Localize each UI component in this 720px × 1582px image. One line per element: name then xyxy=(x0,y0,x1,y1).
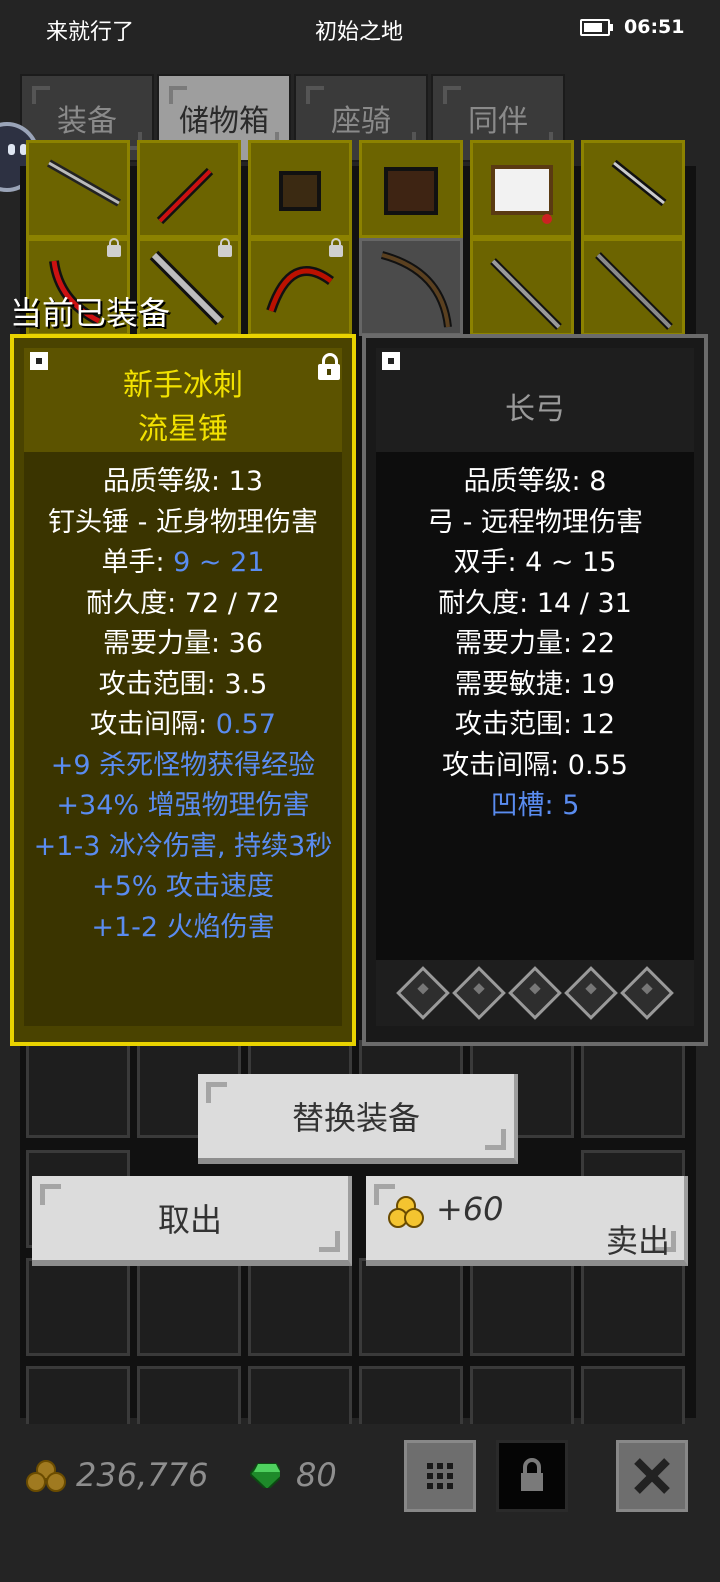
tab-label: 装备 xyxy=(57,104,117,139)
stat-line: +1-3 冰冷伤害, 持续3秒 xyxy=(33,830,333,862)
bow-icon xyxy=(380,251,452,328)
inventory-slot[interactable] xyxy=(26,1258,130,1356)
battery-icon xyxy=(580,19,613,36)
close-icon xyxy=(634,1458,670,1494)
stat-line: 单手: 9 ~ 21 xyxy=(14,543,352,584)
boots-icon xyxy=(279,171,321,211)
stat-line: 需要力量: 22 xyxy=(454,628,616,659)
status-carrier: 来就行了 xyxy=(46,20,135,45)
inventory-slot[interactable] xyxy=(137,1258,241,1356)
gold-coins-icon xyxy=(26,1458,66,1492)
inventory-slot[interactable] xyxy=(581,238,685,336)
item-name-line2: 流星锤 xyxy=(138,412,228,447)
inventory-slot[interactable] xyxy=(470,238,574,336)
stat-label: 单手: xyxy=(101,547,174,578)
stat-line: 凹槽: 5 xyxy=(490,790,580,821)
compare-marker-icon xyxy=(382,352,400,370)
inventory-slot[interactable] xyxy=(137,140,241,238)
tab-label: 储物箱 xyxy=(179,104,269,139)
empty-socket-icon xyxy=(564,966,618,1020)
current-equipped-label: 当前已装备 xyxy=(10,294,171,332)
gem-icon xyxy=(250,1463,280,1488)
socket-row xyxy=(376,960,694,1026)
item-stats: 品质等级: 8 弓 - 远程物理伤害 双手: 4 ~ 15 耐久度: 14 / 31 需… xyxy=(366,462,704,827)
stat-line: 攻击间隔: 0.57 xyxy=(14,705,352,746)
inventory-slot-selected[interactable] xyxy=(359,238,463,336)
red-blade-icon xyxy=(156,167,214,225)
stat-value: 9 ~ 21 xyxy=(173,547,265,578)
stat-line: 双手: 4 ~ 15 xyxy=(453,547,617,578)
stat-line: +9 杀死怪物获得经验 xyxy=(50,749,316,781)
stat-line: 攻击范围: 12 xyxy=(454,709,616,740)
location-title: 初始之地 xyxy=(315,20,404,45)
scroll-icon xyxy=(491,165,553,224)
stat-line: 耐久度: 72 / 72 xyxy=(86,587,280,619)
stat-line: 攻击范围: 3.5 xyxy=(98,668,268,700)
inventory-slot[interactable] xyxy=(581,140,685,238)
inventory-slot[interactable] xyxy=(26,1040,130,1138)
inventory-slot[interactable] xyxy=(26,140,130,238)
empty-socket-icon xyxy=(508,966,562,1020)
lock-toggle-button[interactable] xyxy=(496,1440,568,1512)
take-out-button[interactable]: 取出 xyxy=(32,1176,352,1266)
gold-coins-icon xyxy=(388,1196,424,1228)
tab-label: 座骑 xyxy=(331,104,391,139)
sell-price: +60 xyxy=(436,1190,504,1228)
gem-amount: 80 xyxy=(296,1456,337,1494)
spear-icon xyxy=(47,159,121,207)
inventory-slot[interactable] xyxy=(248,140,352,238)
empty-socket-icon xyxy=(396,966,450,1020)
lock-icon xyxy=(521,1458,543,1491)
sell-button[interactable]: +60 卖出 xyxy=(366,1176,688,1266)
item-name-line1: 新手冰刺 xyxy=(123,368,243,403)
lock-icon xyxy=(329,238,343,257)
trident-icon xyxy=(490,258,562,330)
stat-line: +1-2 火焰伤害 xyxy=(91,911,275,943)
stat-line: 弓 - 远程物理伤害 xyxy=(427,506,643,538)
stat-value: 0.57 xyxy=(215,709,276,740)
inventory-slot[interactable] xyxy=(581,1258,685,1356)
selected-item-card: 长弓 品质等级: 8 弓 - 远程物理伤害 双手: 4 ~ 15 耐久度: 14 / … xyxy=(362,334,708,1046)
equipped-item-card: 新手冰刺 流星锤 品质等级: 13 钉头锤 - 近身物理伤害 单手: 9 ~ 21 耐… xyxy=(10,334,356,1046)
stat-line: +5% 攻击速度 xyxy=(91,871,275,902)
inventory-slot[interactable] xyxy=(470,140,574,238)
gold-amount: 236,776 xyxy=(76,1456,209,1494)
inventory-slot[interactable] xyxy=(581,1040,685,1138)
stat-line: 钉头锤 - 近身物理伤害 xyxy=(48,506,318,538)
empty-socket-icon xyxy=(620,966,674,1020)
dagger-icon xyxy=(611,159,667,207)
stat-label: 攻击间隔: xyxy=(90,709,216,740)
grid-icon xyxy=(427,1463,453,1489)
bottom-bar: 236,776 80 xyxy=(0,1424,720,1582)
stat-line: 品质等级: 13 xyxy=(102,466,264,497)
status-time: 06:51 xyxy=(624,16,685,38)
item-name: 长弓 xyxy=(505,392,565,427)
button-label: 取出 xyxy=(157,1201,222,1239)
inventory-slot[interactable] xyxy=(248,1258,352,1356)
button-label: 替换装备 xyxy=(291,1099,420,1137)
stat-line: 耐久度: 14 / 31 xyxy=(438,587,632,619)
sell-label: 卖出 xyxy=(606,1222,671,1260)
grid-view-button[interactable] xyxy=(404,1440,476,1512)
armor-icon xyxy=(384,167,438,215)
item-stats: 品质等级: 13 钉头锤 - 近身物理伤害 单手: 9 ~ 21 耐久度: 72 / … xyxy=(14,462,352,948)
inventory-slot[interactable] xyxy=(359,140,463,238)
lock-icon xyxy=(218,238,232,257)
close-button[interactable] xyxy=(616,1440,688,1512)
inventory-slot[interactable] xyxy=(248,238,352,336)
lock-icon xyxy=(107,238,121,257)
stat-line: 品质等级: 8 xyxy=(463,466,607,497)
tab-label: 同伴 xyxy=(468,104,528,139)
halberd-icon xyxy=(595,252,673,330)
stat-line: +34% 增强物理伤害 xyxy=(56,790,310,821)
stat-line: 攻击间隔: 0.55 xyxy=(442,749,628,781)
inventory-slot[interactable] xyxy=(359,1258,463,1356)
stat-line: 需要力量: 36 xyxy=(102,628,264,659)
status-bar: 来就行了 初始之地 06:51 xyxy=(0,0,720,58)
replace-equipment-button[interactable]: 替换装备 xyxy=(198,1074,518,1164)
empty-socket-icon xyxy=(452,966,506,1020)
stat-line: 需要敏捷: 19 xyxy=(454,668,616,700)
inventory-slot[interactable] xyxy=(470,1258,574,1356)
